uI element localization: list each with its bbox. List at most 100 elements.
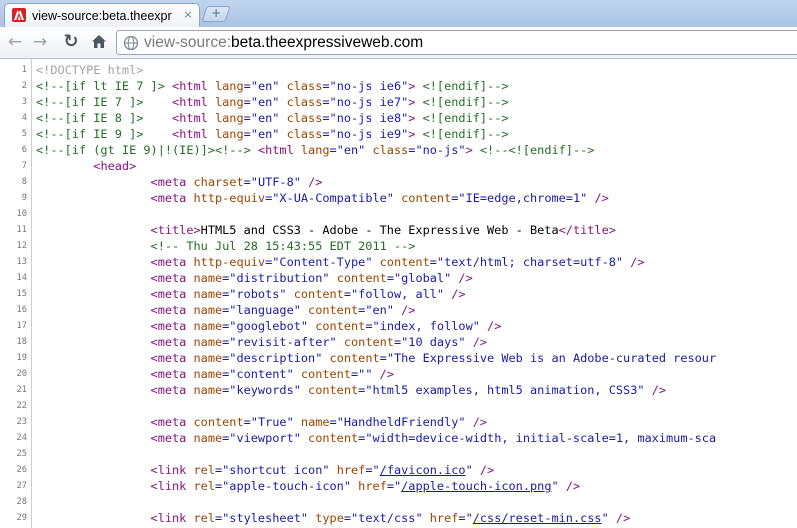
token-val: ="content" [222,367,301,381]
token-attr: name [193,303,223,317]
forward-button[interactable]: → [29,31,51,53]
token-val: ="Content-Type" [265,255,380,269]
token-val: ="IE=edge,chrome=1" [451,191,595,205]
line-number: 8 [21,177,27,187]
new-tab-button[interactable]: + [201,6,231,22]
token-val: ="viewport" [222,431,309,445]
token-attr: name [193,431,223,445]
token-val: ="en" [243,111,287,125]
source-line: 29 <link rel="stylesheet" type="text/css… [0,510,797,526]
source-link[interactable]: /css/reset-min.css [473,511,602,525]
token-attr: name [193,383,223,397]
token-attr: rel [193,479,215,493]
token-val: ="stylesheet" [214,511,316,525]
source-line: 7 <head> [0,158,797,174]
token-comment: <![endif]--> [415,79,509,93]
token-comment: <![endif]--> [415,95,509,109]
line-code: <!-- Thu Jul 28 15:43:55 EDT 2011 --> [36,238,416,254]
tab-close-icon[interactable]: × [181,8,195,22]
line-code: <title>HTML5 and CSS3 - Adobe - The Expr… [36,222,616,238]
back-button[interactable]: ← [4,31,26,53]
line-number: 24 [16,433,27,443]
token-val: ="no-js" [408,143,466,157]
line-code: <meta charset="UTF-8" /> [36,174,323,190]
token-comment: <![endif]--> [415,111,509,125]
source-line: 20 <meta name="content" content="" /> [0,366,797,382]
line-code: <link rel="shortcut icon" href="/favicon… [36,462,495,478]
token-attr: http-equiv [193,191,266,205]
line-code: <!DOCTYPE html> [36,62,143,78]
source-line: 10 [0,206,797,222]
line-number: 28 [16,497,27,507]
line-code: <head> [36,158,136,174]
line-code: <!--[if IE 8 ]> <html lang="en" class="n… [36,110,509,126]
token-attr: content [193,415,244,429]
token-tag: /> [479,463,495,477]
line-number: 15 [16,289,27,299]
token-attr: class [286,111,323,125]
token-attr: name [300,415,330,429]
token-tag: <meta [150,175,194,189]
token-attr: href [429,511,459,525]
token-attr: content [401,191,452,205]
line-code: <meta name="revisit-after" content="10 d… [36,334,488,350]
source-link[interactable]: /apple-touch-icon.png [401,479,551,493]
token-val: ="no-js ie7" [322,95,409,109]
url-host: beta.theexpressiveweb.com [231,34,424,51]
token-val: ="follow, all" [343,287,452,301]
token-attr: lang [214,111,244,125]
source-view[interactable]: 1 <!DOCTYPE html> 2 <!--[if lt IE 7 ]> <htm… [0,59,797,528]
line-code: <meta name="googlebot" content="index, f… [36,318,502,334]
source-link[interactable]: /favicon.ico [380,463,466,477]
token-attr: content [315,319,366,333]
source-line: 25 [0,446,797,462]
source-line: 17 <meta name="googlebot" content="index… [0,318,797,334]
token-attr: name [193,351,223,365]
line-code: <!--[if (gt IE 9)|!(IE)]><!--> <html lan… [36,142,594,158]
url-scheme: view-source: [144,34,231,51]
source-line: 12 <!-- Thu Jul 28 15:43:55 EDT 2011 --> [0,238,797,254]
token-tag: <html [172,111,215,125]
token-tag: <html [257,143,301,157]
token-val: =" [386,479,402,493]
source-line: 8 <meta charset="UTF-8" /> [0,174,797,190]
token-tag: <title> [150,223,201,237]
line-number: 12 [16,241,27,251]
token-val: =" [365,463,380,477]
line-code: <meta name="keywords" content="html5 exa… [36,382,666,398]
token-attr: content [293,287,344,301]
line-number: 22 [16,401,27,411]
token-tag: <meta [150,367,194,381]
token-attr: lang [214,127,244,141]
token-comment: <!--[if IE 8 ]> [36,111,173,125]
source-line: 16 <meta name="language" content="en" /> [0,302,797,318]
token-tag: <head> [93,159,137,173]
token-val: ="description" [222,351,330,365]
token-attr: href [336,463,366,477]
source-line: 1 <!DOCTYPE html> [0,62,797,78]
reload-button[interactable]: ↻ [60,31,82,53]
source-line: 3 <!--[if IE 7 ]> <html lang="en" class="… [0,94,797,110]
line-number: 14 [16,273,27,283]
line-code: <meta content="True" name="HandheldFrien… [36,414,488,430]
source-line: 4 <!--[if IE 8 ]> <html lang="en" class="… [0,110,797,126]
token-val: " [465,463,480,477]
token-tag: /> [487,319,502,333]
line-number: 3 [21,97,27,107]
token-tag: <meta [150,319,194,333]
home-button[interactable] [88,31,110,53]
browser-tab[interactable]: view-source:beta.theexpressiveweb.com × [4,3,200,27]
address-bar[interactable]: view-source:beta.theexpressiveweb.com [116,30,797,55]
token-val: ="no-js ie8" [322,111,409,125]
token-tag: <meta [150,383,194,397]
line-number: 17 [16,321,27,331]
token-val: ="en" [243,79,287,93]
